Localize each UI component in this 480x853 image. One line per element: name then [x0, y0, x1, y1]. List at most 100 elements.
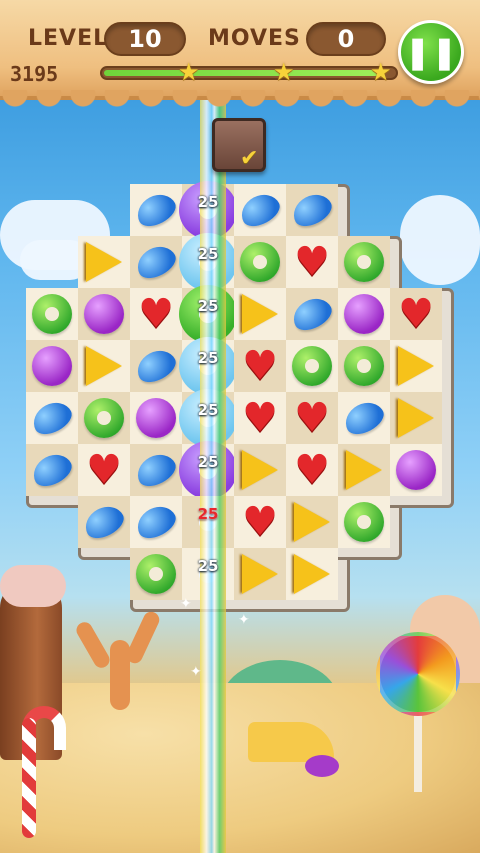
bean-candy-icon [27, 448, 77, 492]
sparkle-icon: ✦ [180, 596, 192, 612]
candy-heart[interactable]: ♥ [290, 448, 334, 492]
candy-ring[interactable] [342, 240, 386, 284]
candy-bean[interactable] [287, 188, 337, 232]
candy-heart[interactable]: ♥ [134, 292, 178, 336]
tri-candy-icon [294, 554, 330, 594]
pause-button[interactable]: ❚❚ [398, 20, 464, 84]
candy-ball[interactable] [394, 448, 438, 492]
candy-ring[interactable] [30, 292, 74, 336]
candy-tri[interactable] [82, 240, 126, 284]
tri-candy-icon [242, 450, 278, 490]
candy-tri[interactable] [238, 292, 282, 336]
hud-drip [0, 90, 480, 110]
bean-candy-icon [287, 188, 337, 232]
ball-candy-icon [136, 398, 176, 438]
candy-bean[interactable] [131, 344, 181, 388]
donut-counter: 25 [197, 297, 219, 315]
candy-tri[interactable] [394, 344, 438, 388]
candy-heart[interactable]: ♥ [290, 396, 334, 440]
candy-heart[interactable]: ♥ [394, 292, 438, 336]
candy-heart[interactable]: ♥ [82, 448, 126, 492]
heart-candy-icon: ♥ [294, 239, 330, 285]
candy-tri[interactable] [238, 552, 282, 596]
candy-bean[interactable] [131, 188, 181, 232]
ball-candy-icon [32, 346, 72, 386]
score-value: 3195 [10, 62, 59, 86]
bean-candy-icon [235, 188, 285, 232]
tri-candy-icon [242, 554, 278, 594]
tri-candy-icon [294, 502, 330, 542]
candy-bean[interactable] [131, 448, 181, 492]
candy-bean[interactable] [27, 396, 77, 440]
heart-candy-icon: ♥ [398, 291, 434, 337]
bean-candy-icon [131, 188, 181, 232]
bean-candy-icon [131, 500, 181, 544]
ring-candy-icon [344, 346, 384, 386]
donut-counter: 25 [197, 245, 219, 263]
candy-heart[interactable]: ♥ [290, 240, 334, 284]
sparkle-icon: ✦ [238, 612, 250, 628]
heart-candy-icon: ♥ [242, 395, 278, 441]
heart-candy-icon: ♥ [86, 447, 122, 493]
ring-candy-icon [240, 242, 280, 282]
candy-heart[interactable]: ♥ [238, 500, 282, 544]
star-icon: ★ [273, 58, 295, 86]
donut-counter: 25 [197, 193, 219, 211]
candy-ball[interactable] [30, 344, 74, 388]
candy-ball[interactable] [134, 396, 178, 440]
candy-ring[interactable] [82, 396, 126, 440]
ball-candy-icon [396, 450, 436, 490]
candy-bean[interactable] [131, 500, 181, 544]
bean-candy-icon [79, 500, 129, 544]
candy-ring[interactable] [342, 500, 386, 544]
donut-counter: 25 [197, 505, 219, 523]
heart-candy-icon: ♥ [242, 499, 278, 545]
score-progress-fill [104, 70, 385, 76]
bean-candy-icon [131, 448, 181, 492]
bean-candy-icon [287, 292, 337, 336]
candy-tri[interactable] [342, 448, 386, 492]
heart-candy-icon: ♥ [294, 395, 330, 441]
level-value: 10 [104, 22, 186, 56]
candy-heart[interactable]: ♥ [238, 396, 282, 440]
ring-candy-icon [344, 242, 384, 282]
sparkle-icon: ✦ [190, 664, 202, 680]
candy-tri[interactable] [238, 448, 282, 492]
heart-candy-icon: ♥ [294, 447, 330, 493]
candy-ring[interactable] [238, 240, 282, 284]
candy-tri[interactable] [290, 500, 334, 544]
score-progress-bar [100, 66, 398, 80]
candy-tri[interactable] [82, 344, 126, 388]
candy-bean[interactable] [235, 188, 285, 232]
star-icon: ★ [370, 58, 392, 86]
candy-ball[interactable] [342, 292, 386, 336]
candy-heart[interactable]: ♥ [238, 344, 282, 388]
candy-bean[interactable] [287, 292, 337, 336]
bean-candy-icon [27, 396, 77, 440]
pause-icon: ❚❚ [404, 33, 458, 71]
tri-candy-icon [242, 294, 278, 334]
tri-candy-icon [346, 450, 382, 490]
ball-candy-icon [84, 294, 124, 334]
candy-ring[interactable] [342, 344, 386, 388]
star-icon: ★ [178, 58, 200, 86]
tri-candy-icon [86, 242, 122, 282]
candy-tri[interactable] [290, 552, 334, 596]
bean-candy-icon [339, 396, 389, 440]
candy-ring[interactable] [134, 552, 178, 596]
bean-candy-icon [131, 240, 181, 284]
heart-candy-icon: ♥ [242, 343, 278, 389]
level-label: LEVEL [28, 26, 109, 51]
candy-ring[interactable] [290, 344, 334, 388]
candy-bean[interactable] [339, 396, 389, 440]
candy-bean[interactable] [27, 448, 77, 492]
candy-bean[interactable] [79, 500, 129, 544]
donut-counter: 25 [197, 557, 219, 575]
moves-value: 0 [306, 22, 386, 56]
candy-bean[interactable] [131, 240, 181, 284]
bean-candy-icon [131, 344, 181, 388]
candy-tri[interactable] [394, 396, 438, 440]
donut-counter: 25 [197, 453, 219, 471]
candy-ball[interactable] [82, 292, 126, 336]
ball-candy-icon [344, 294, 384, 334]
